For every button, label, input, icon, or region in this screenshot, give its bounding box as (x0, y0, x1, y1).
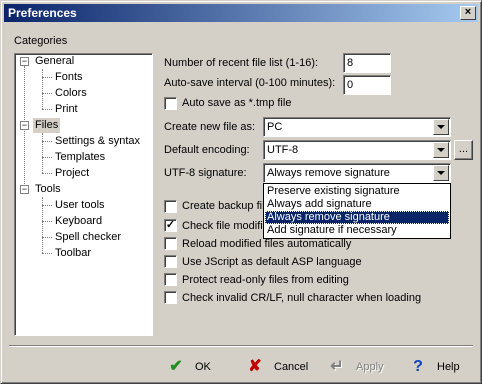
tree-hline (42, 109, 52, 110)
help-icon: ? (413, 358, 423, 375)
protect-readonly-label: Protect read-only files from editing (182, 274, 349, 286)
create-new-label: Create new file as: (164, 121, 256, 133)
chevron-down-icon[interactable] (433, 119, 449, 135)
default-encoding-label: Default encoding: (164, 144, 250, 156)
tree-item-user-tools[interactable]: User tools (53, 198, 107, 213)
preferences-dialog: Preferences × Categories − − − General F… (0, 0, 482, 384)
cross-icon: ✘ (248, 358, 262, 375)
collapse-tools-icon[interactable]: − (20, 185, 29, 194)
utf8-signature-select[interactable]: Always remove signature (263, 163, 451, 183)
collapse-general-icon[interactable]: − (20, 57, 29, 66)
autosave-tmp-label: Auto save as *.tmp file (182, 97, 292, 109)
ok-button[interactable]: ✔ OK (167, 356, 211, 378)
close-button[interactable]: × (460, 6, 476, 20)
tree-hline (42, 77, 52, 78)
reload-modified-label: Reload modified files automatically (182, 238, 352, 250)
use-jscript-checkbox[interactable] (164, 255, 177, 268)
check-invalid-crlf-label: Check invalid CR/LF, null character when… (182, 292, 422, 304)
check-file-modified-checkbox[interactable]: ✓ (164, 219, 177, 232)
help-button[interactable]: ? Help (409, 356, 460, 378)
reload-modified-checkbox[interactable] (164, 237, 177, 250)
encoding-more-button[interactable]: ... (454, 140, 473, 160)
create-backup-label: Create backup fil (182, 200, 265, 212)
tree-hline (42, 237, 52, 238)
tree-general-line (42, 69, 43, 109)
autosave-tmp-checkbox[interactable] (164, 97, 177, 110)
autosave-interval-label: Auto-save interval (0-100 minutes): (164, 77, 336, 89)
create-new-select[interactable]: PC (263, 117, 451, 137)
utf8-signature-dropdown[interactable]: Preserve existing signature Always add s… (263, 183, 451, 239)
default-encoding-select[interactable]: UTF-8 (263, 140, 451, 160)
tree-hline (42, 253, 52, 254)
create-backup-checkbox[interactable] (164, 200, 177, 213)
tree-item-general[interactable]: General (33, 54, 76, 69)
categories-tree[interactable]: − − − General Fonts Colors Print Files S… (14, 53, 153, 336)
apply-icon: ↵ (330, 358, 344, 375)
utf8-signature-value: Always remove signature (267, 167, 390, 179)
tree-item-project[interactable]: Project (53, 166, 91, 181)
cancel-button[interactable]: ✘ Cancel (246, 356, 308, 378)
tree-item-keyboard[interactable]: Keyboard (53, 214, 104, 229)
protect-readonly-checkbox[interactable] (164, 273, 177, 286)
tree-item-colors[interactable]: Colors (53, 86, 89, 101)
tree-item-fonts[interactable]: Fonts (53, 70, 85, 85)
tree-root-line (24, 66, 25, 194)
tree-hline (42, 173, 52, 174)
title-bar[interactable]: Preferences × (4, 4, 478, 22)
check-icon: ✔ (169, 358, 183, 375)
help-label: Help (437, 361, 460, 373)
check-invalid-crlf-checkbox[interactable] (164, 291, 177, 304)
cancel-label: Cancel (274, 361, 309, 373)
utf8-signature-label: UTF-8 signature: (164, 167, 247, 179)
apply-label: Apply (356, 361, 384, 373)
use-jscript-label: Use JScript as default ASP language (182, 256, 362, 268)
tree-hline (42, 93, 52, 94)
option-add-signature-if-necessary[interactable]: Add signature if necessary (265, 224, 449, 237)
close-icon: × (464, 6, 472, 18)
option-always-add-signature[interactable]: Always add signature (265, 198, 449, 211)
recent-files-label: Number of recent file list (1-16): (164, 57, 319, 69)
chevron-down-icon[interactable] (433, 165, 449, 181)
collapse-files-icon[interactable]: − (20, 121, 29, 130)
window-title: Preferences (8, 6, 77, 20)
tree-item-templates[interactable]: Templates (53, 150, 107, 165)
footer-separator (9, 345, 473, 347)
categories-label: Categories (14, 35, 68, 47)
tree-hline (42, 157, 52, 158)
default-encoding-value: UTF-8 (267, 144, 299, 156)
checkmark-icon: ✓ (165, 219, 176, 231)
tree-item-toolbar[interactable]: Toolbar (53, 246, 93, 261)
check-file-modified-label: Check file modific (182, 220, 269, 232)
tree-item-print[interactable]: Print (53, 102, 80, 117)
tree-hline (42, 205, 52, 206)
tree-item-tools[interactable]: Tools (33, 182, 63, 197)
tree-item-files[interactable]: Files (33, 118, 61, 133)
recent-files-input[interactable]: 8 (343, 53, 391, 73)
option-always-remove-signature[interactable]: Always remove signature (265, 211, 449, 224)
apply-button[interactable]: ↵ Apply (328, 356, 384, 378)
chevron-down-icon[interactable] (433, 142, 449, 158)
autosave-interval-input[interactable]: 0 (343, 75, 391, 95)
tree-files-line (42, 133, 43, 173)
ok-label: OK (195, 361, 211, 373)
option-preserve-signature[interactable]: Preserve existing signature (265, 185, 449, 198)
tree-item-spell-checker[interactable]: Spell checker (53, 230, 123, 245)
tree-item-settings-syntax[interactable]: Settings & syntax (53, 134, 142, 149)
tree-hline (42, 141, 52, 142)
create-new-value: PC (267, 121, 283, 133)
tree-hline (42, 221, 52, 222)
